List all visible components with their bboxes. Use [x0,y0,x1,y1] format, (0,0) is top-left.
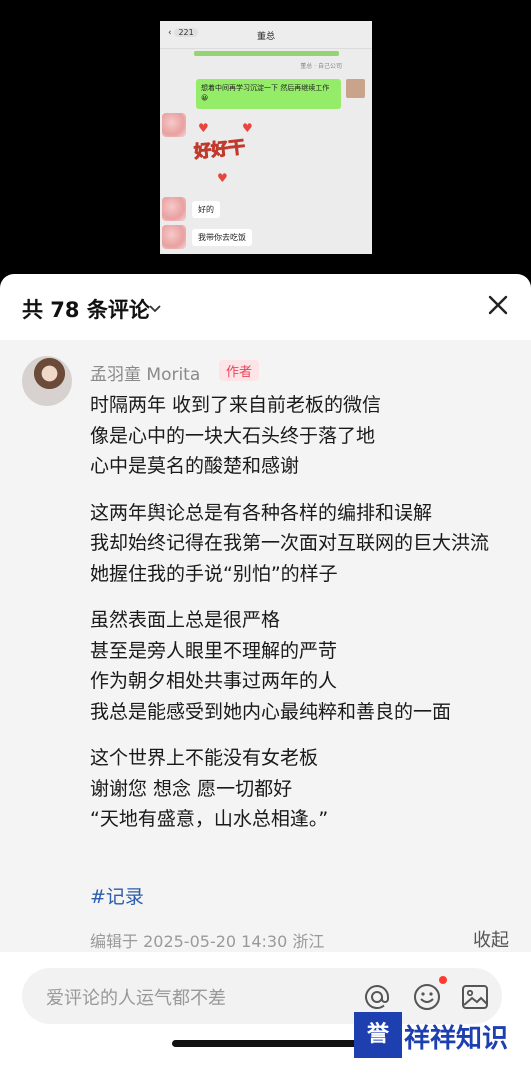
watermark-text: 祥祥知识 [404,1024,509,1054]
input-placeholder: 爱评论的人运气都不差 [46,988,226,1009]
chat-avatar-left [162,225,186,249]
notification-dot [439,976,447,984]
chat-avatar-left [162,197,186,221]
comment-paragraph: 这两年舆论总是有各种各样的编排和误解我却始终记得在我第一次面对互联网的巨大洪流她… [90,498,515,590]
avatar[interactable] [22,356,72,406]
comment-paragraph: 时隔两年 收到了来自前老板的微信 像是心中的一块大石头终于落了地 心中是莫名的酸楚和… [90,390,515,482]
comment-line: 我总是能感受到她内心最纯粹和善良的一面 [90,700,452,723]
chat-avatar-right [346,79,365,98]
close-icon[interactable] [483,290,513,320]
chat-screenshot[interactable]: ‹ 221 董总 董总 · 自己公司 想着中间再学习沉淀一下 然后再继续工作😀 … [160,21,372,254]
comment-line: 这两年舆论总是有各种各样的编排和误解 [90,501,433,524]
comment-meta: 编辑于 2025-05-20 14:30 浙江 [90,932,325,951]
comment-line: 作为朝夕相处共事过两年的人 [90,670,338,692]
comment-line: “天地有盛意，山水总相逢。” [90,808,329,830]
chat-green-bar [194,51,339,56]
heart-icon: ♥ [198,121,209,135]
collapse-button[interactable]: 收起 [473,926,509,952]
hashtag-link[interactable]: #记录 [90,882,144,909]
home-indicator [172,1040,360,1047]
chat-bubble-right: 想着中间再学习沉淀一下 然后再继续工作😀 [196,79,341,109]
comment-line: 像是心中的一块大石头终于落了地 [90,424,376,447]
comment-line: 心中是莫名的酸楚和感谢 [90,455,300,477]
comment-line: 时隔两年 收到了来自前老板的微信 [90,394,382,416]
comment-line: 我却始终记得在我第一次面对互联网的巨大洪流 [90,532,490,554]
comment-author[interactable]: 孟羽童 Morita [90,360,200,385]
sticker-text: 好好干 [193,137,247,163]
chat-bubble-left: 好的 [192,201,220,218]
post-image-area: ‹ 221 董总 董总 · 自己公司 想着中间再学习沉淀一下 然后再继续工作😀 … [0,0,531,285]
chat-meta: 董总 · 自己公司 [300,63,342,70]
heart-icon: ♥ [217,171,228,185]
comment-text: 时隔两年 收到了来自前老板的微信 像是心中的一块大石头终于落了地 心中是莫名的酸楚和… [90,390,515,851]
author-badge: 作者 [219,360,260,381]
sheet-header: 共 78 条评论 [0,274,531,340]
sticker: ♥ ♥ ♥ 好好干 [162,113,262,193]
comment-sheet: 共 78 条评论 孟羽童 Morita 作者 时隔两年 收到了来自前老板的微信像… [0,274,531,1080]
comment-line: 甚至是旁人眼里不理解的严苛 [90,639,338,662]
watermark-box: 誉 [354,1012,402,1058]
comment-line: 谢谢您 想念 愿一切都好 [90,777,293,800]
comment-item: 孟羽童 Morita 作者 时隔两年 收到了来自前老板的微信 像是心中的一块大石头… [0,340,531,952]
chat-bubble-left: 我带你去吃饭 [192,229,252,246]
comment-paragraph: 这个世界上不能没有女老板 谢谢您 想念 愿一切都好 “天地有盛意，山水总相逢。” [90,743,515,835]
watermark-logo: 誉 祥祥知识 [354,1008,520,1062]
chat-nav-bar: ‹ 221 董总 [160,21,372,49]
chat-title: 董总 [256,32,275,42]
comment-line: 虽然表面上总是很严格 [90,609,281,631]
comment-line: 这个世界上不能没有女老板 [90,747,319,769]
chevron-down-icon[interactable] [148,294,162,324]
comment-paragraph: 虽然表面上总是很严格甚至是旁人眼里不理解的严苛 作为朝夕相处共事过两年的人我总是能… [90,605,515,727]
comment-count-title[interactable]: 共 78 条评论 [22,294,150,324]
comment-line: 她握住我的手说“别怕”的样子 [90,562,338,585]
chat-avatar-left [162,113,186,137]
